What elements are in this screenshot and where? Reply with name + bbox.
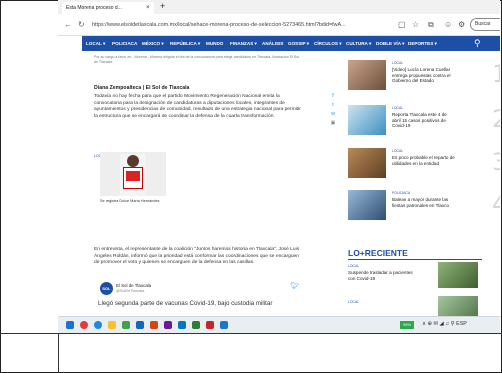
collections-icon[interactable]: ⧉ [428, 20, 434, 30]
powerpoint-icon[interactable] [150, 321, 158, 329]
rail-headline[interactable]: Es poco probable el reparto de utilidade… [392, 155, 456, 166]
rail-thumbnail[interactable] [348, 105, 386, 135]
nav-item-deportes[interactable]: DEPORTES ▾ [408, 36, 437, 51]
rail-item[interactable]: POLICIACA Balean a mayor durante las fie… [348, 190, 500, 220]
tweet-text: Llegó segunda parte de vacunas Covid-19,… [98, 300, 273, 307]
latest-heading: LO+RECIENTE [348, 248, 408, 258]
screenshot-area: Esta Morena proceso d... × + ← ↻ https:/… [58, 0, 500, 333]
rail-category: LOCAL [392, 61, 404, 65]
rail-item[interactable]: LOCAL Reporta Tlaxcala este 4 de abril 1… [348, 105, 500, 135]
browser-tabstrip: Esta Morena proceso d... × + [58, 0, 500, 14]
chrome-icon[interactable] [80, 321, 88, 329]
file-explorer-icon[interactable] [108, 321, 116, 329]
related-article[interactable]: LOCAL Se registra Dolce María Hernández [94, 144, 214, 203]
rail-category: POLICIACA [392, 191, 411, 195]
new-tab-icon[interactable]: + [160, 1, 165, 11]
article-paragraph: Todavía no hay fecha para que el partido… [94, 94, 301, 119]
rail-category: LOCAL [392, 149, 404, 153]
reload-icon[interactable]: ↻ [78, 20, 85, 29]
onenote-icon[interactable] [164, 321, 172, 329]
edge-icon[interactable] [94, 321, 102, 329]
settings-icon[interactable]: ⚙ [458, 20, 465, 29]
nav-item-policiaca[interactable]: POLICIACA [112, 36, 137, 51]
document-logo [126, 171, 140, 181]
whatsapp-icon[interactable]: w [329, 110, 337, 119]
rail-thumbnail[interactable] [348, 148, 386, 178]
search-icon[interactable]: ⚲ [474, 38, 481, 49]
address-bar[interactable]: https://www.elsoldetlaxcala.com.mx/local… [92, 19, 392, 31]
nav-item-circulos[interactable]: CÍRCULOS ▾ [314, 36, 342, 51]
nav-item-cultura[interactable]: CULTURA ▾ [346, 36, 371, 51]
profile-icon[interactable]: ☺ [444, 20, 452, 29]
rail-rank: 2 [492, 105, 500, 133]
rail-thumbnail[interactable] [348, 190, 386, 220]
back-icon[interactable]: ← [64, 20, 72, 29]
nav-item-mexico[interactable]: MÉXICO ▾ [142, 36, 164, 51]
twitter-bird-icon[interactable]: 🐦︎ [290, 282, 299, 290]
word-icon[interactable] [136, 321, 144, 329]
excel-icon[interactable] [122, 321, 130, 329]
app-icon[interactable] [192, 321, 200, 329]
rail-rank: 1 [492, 60, 500, 88]
rail-thumbnail[interactable] [348, 60, 386, 90]
outlook-icon[interactable] [178, 321, 186, 329]
image-caption: Por su cargo a favor en - Morena - Moren… [94, 55, 300, 64]
system-tray[interactable]: ∧ ⊕ ✉ ◢ ♫ ⚲ ESP [422, 321, 467, 327]
related-image[interactable] [100, 152, 166, 196]
nav-item-local[interactable]: LOCAL ▾ [86, 36, 105, 51]
start-icon[interactable] [66, 321, 74, 329]
tweet-author-handle[interactable]: @SolDeTlaxcala [116, 289, 144, 293]
app-icon[interactable] [206, 321, 214, 329]
os-taskbar: 95% ∧ ⊕ ✉ ◢ ♫ ⚲ ESP [58, 316, 500, 333]
nav-item-analisis[interactable]: ANÁLISIS [262, 36, 283, 51]
avatar[interactable]: SOL [100, 282, 113, 295]
latest-category: LOCAL [348, 300, 360, 304]
browser-tab[interactable]: Esta Morena proceso d... × [62, 2, 154, 14]
latest-category: LOCAL [348, 264, 360, 268]
nav-item-republica[interactable]: REPÚBLICA ▾ [170, 36, 200, 51]
twitter-icon[interactable]: t [329, 101, 337, 110]
rail-rank: 4 [492, 190, 500, 218]
favorite-icon[interactable]: ☆ [412, 20, 419, 29]
nav-item-mundo[interactable]: MUNDO [206, 36, 223, 51]
latest-thumbnail[interactable] [438, 262, 478, 288]
article-paragraph: En entrevista, el representante de la co… [94, 247, 300, 265]
embedded-tweet[interactable]: SOL El Sol de Tlaxcala @SolDeTlaxcala 🐦︎… [94, 276, 304, 321]
related-caption[interactable]: Se registra Dolce María Hernández [100, 199, 180, 204]
facebook-icon[interactable]: f [329, 92, 337, 101]
rail-item[interactable]: LOCAL Es poco probable el reparto de uti… [348, 148, 500, 178]
battery-badge[interactable]: 95% [400, 321, 414, 329]
tweet-author-name[interactable]: El Sol de Tlaxcala [116, 283, 151, 288]
read-aloud-icon[interactable]: ▢ [398, 20, 406, 29]
share-bar: f t w ▣ [329, 92, 337, 128]
rail-rank: 3 [492, 148, 500, 176]
rail-category: LOCAL [392, 106, 404, 110]
nav-item-doble-via[interactable]: DOBLE VÍA ▾ [376, 36, 404, 51]
close-icon[interactable]: × [146, 4, 150, 12]
site-nav-bar: LOCAL ▾ POLICIACA MÉXICO ▾ REPÚBLICA ▾ M… [82, 36, 500, 51]
app-icon[interactable] [220, 321, 228, 329]
tab-title: Esta Morena proceso d... [66, 5, 122, 11]
print-icon[interactable]: ▣ [329, 119, 337, 128]
rail-headline[interactable]: [Video] Lucía Lorena Cuellar entrega pro… [392, 67, 456, 84]
rail-item[interactable]: LOCAL [Video] Lucía Lorena Cuellar entre… [348, 60, 500, 90]
nav-item-finanzas[interactable]: FINANZAS ▾ [230, 36, 257, 51]
article-byline: Diana Zempoaltecа | El Sol de Tlaxcala [94, 85, 190, 91]
latest-headline[interactable]: Suspende trasladar a pacientes con Covid… [348, 270, 418, 281]
latest-thumbnail[interactable] [438, 296, 478, 316]
person-head [127, 155, 139, 167]
browser-toolbar: ← ↻ https://www.elsoldetlaxcala.com.mx/l… [58, 14, 500, 36]
frame-divider-horizontal [0, 333, 502, 334]
rail-headline[interactable]: Balean a mayor durante las fiestas patro… [392, 197, 456, 208]
browser-search-pill[interactable]: Buscar [470, 18, 500, 31]
rail-headline[interactable]: Reporta Tlaxcala este 4 de abril 15 caso… [392, 112, 456, 129]
nav-item-gossip[interactable]: GOSSIP ▾ [288, 36, 309, 51]
latest-divider [348, 259, 482, 260]
